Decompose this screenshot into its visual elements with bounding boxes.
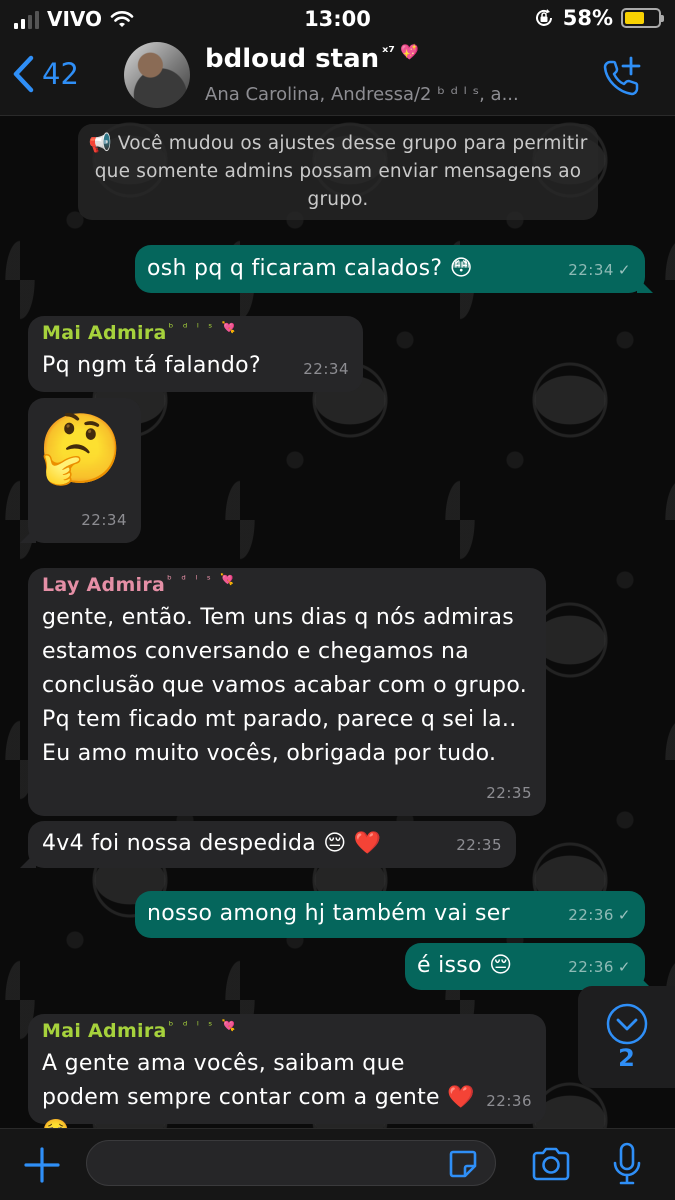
status-bar: VIVO 13:00 58% — [0, 0, 675, 38]
message-text: osh pq q ficaram calados? 😳 — [147, 256, 473, 281]
mic-icon[interactable] — [612, 1141, 642, 1187]
message-time: 22:34 — [303, 360, 349, 378]
sent-check-icon: ✓ — [617, 958, 631, 976]
message-incoming[interactable]: Mai Admira ᵇ ᵈ ˡ ˢ 💘 A gente ama vocês, s… — [28, 1014, 546, 1144]
message-sender[interactable]: Lay Admira ᵇ ᵈ ˡ ˢ 💘 — [42, 572, 532, 601]
group-name-text: bdloud stan — [205, 44, 380, 74]
group-name-suffix: ˣ⁷ 💖 — [382, 43, 419, 61]
battery-percent: 58% — [562, 6, 613, 30]
back-unread-count: 42 — [42, 57, 79, 91]
group-avatar[interactable] — [124, 42, 190, 108]
scroll-down-icon — [606, 1003, 648, 1045]
message-time: 22:36 ✓ — [568, 906, 631, 924]
message-input-bar — [0, 1128, 675, 1200]
back-chevron-icon — [13, 55, 34, 93]
message-text: 4v4 foi nossa despedida 😔 ❤️ — [42, 831, 382, 856]
message-text: nosso among hj também vai ser — [147, 901, 510, 926]
group-name[interactable]: bdloud stan ˣ⁷ 💖 — [205, 43, 419, 74]
chat-header: 42 bdloud stan ˣ⁷ 💖 Ana Carolina, Andress… — [0, 38, 675, 116]
message-input[interactable] — [86, 1140, 496, 1186]
sent-check-icon: ✓ — [617, 906, 631, 924]
message-incoming[interactable]: Mai Admira ᵇ ᵈ ˡ ˢ 💘 Pq ngm tá falando? 2… — [28, 316, 363, 392]
message-time: 22:34 — [81, 511, 127, 529]
scroll-to-bottom-button[interactable]: 2 — [578, 986, 675, 1088]
message-time: 22:34 ✓ — [568, 261, 631, 279]
message-incoming[interactable]: Lay Admira ᵇ ᵈ ˡ ˢ 💘 gente, então. Tem un… — [28, 568, 546, 816]
sticker-icon[interactable] — [448, 1149, 478, 1179]
message-incoming[interactable]: 4v4 foi nossa despedida 😔 ❤️ 22:35 — [20, 821, 516, 868]
message-outgoing[interactable]: nosso among hj também vai ser 22:36 ✓ — [135, 891, 645, 938]
plus-icon[interactable] — [22, 1145, 62, 1185]
message-time: 22:35 — [486, 784, 532, 802]
message-time: 22:36 — [486, 1092, 532, 1110]
status-right: 58% — [533, 6, 664, 30]
message-outgoing[interactable]: osh pq q ficaram calados? 😳 22:34 ✓ — [135, 245, 653, 293]
message-outgoing[interactable]: é isso 😔 22:36 ✓ — [405, 943, 653, 990]
system-notice: 📢 Você mudou os ajustes desse grupo para… — [78, 124, 598, 220]
back-button[interactable]: 42 — [10, 54, 79, 94]
message-time: 22:36 ✓ — [568, 958, 631, 976]
unread-count-badge: 2 — [618, 1044, 635, 1072]
camera-icon[interactable] — [530, 1146, 572, 1182]
battery-icon — [621, 8, 664, 28]
message-text: gente, então. Tem uns dias q nós admiras… — [42, 605, 527, 766]
message-incoming-emoji[interactable]: 🤔 22:34 — [20, 398, 141, 543]
sent-check-icon: ✓ — [617, 261, 631, 279]
screen-rotation-lock-icon — [535, 9, 552, 26]
message-time: 22:35 — [456, 836, 502, 854]
message-text: é isso 😔 — [417, 953, 513, 978]
message-emoji: 🤔 — [38, 410, 123, 489]
message-sender[interactable]: Mai Admira ᵇ ᵈ ˡ ˢ 💘 — [42, 1018, 532, 1047]
call-add-icon[interactable] — [601, 54, 647, 98]
group-members[interactable]: Ana Carolina, Andressa/2 ᵇ ᵈ ˡ ˢ, a... — [205, 84, 585, 105]
message-sender[interactable]: Mai Admira ᵇ ᵈ ˡ ˢ 💘 — [42, 320, 349, 349]
battery-fill — [625, 12, 644, 24]
